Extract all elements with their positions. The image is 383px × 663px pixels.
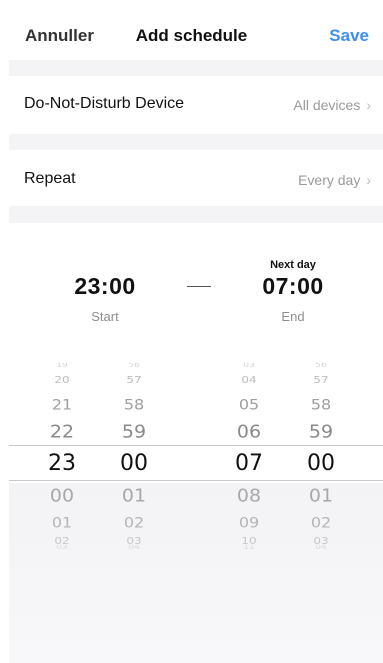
section-separator <box>9 134 383 150</box>
picker-value[interactable]: 21 <box>32 396 92 413</box>
picker-value[interactable]: 56 <box>104 363 164 367</box>
navigation-bar: Annuller Add schedule Save <box>0 0 383 60</box>
section-separator <box>9 206 383 223</box>
picker-value[interactable]: 01 <box>32 514 92 531</box>
end-hour-wheel[interactable]: 03 04 05 06 07 08 09 10 11 <box>219 360 279 550</box>
picker-value[interactable]: 06 <box>219 422 279 443</box>
end-time: 07:00 <box>262 273 324 299</box>
device-row[interactable]: Do-Not-Disturb Device All devices › <box>9 76 383 134</box>
picker-value[interactable]: 05 <box>219 396 279 413</box>
repeat-row-value-wrap: Every day › <box>298 172 371 188</box>
device-row-label: Do-Not-Disturb Device <box>24 95 185 112</box>
chevron-right-icon: › <box>366 172 371 188</box>
next-day-label: Next day <box>270 259 316 271</box>
time-range-dash <box>187 286 211 287</box>
picker-selected-value[interactable]: 00 <box>104 451 164 476</box>
picker-value[interactable]: 57 <box>291 374 351 385</box>
repeat-row-label: Repeat <box>24 170 76 187</box>
picker-value[interactable]: 59 <box>104 422 164 443</box>
picker-selected-value[interactable]: 00 <box>291 451 351 476</box>
start-time: 23:00 <box>74 273 136 299</box>
picker-value[interactable]: 22 <box>32 422 92 443</box>
device-row-value-wrap: All devices › <box>293 97 371 113</box>
picker-value[interactable]: 58 <box>104 396 164 413</box>
picker-value[interactable]: 01 <box>291 486 351 507</box>
picker-value[interactable]: 04 <box>104 545 164 549</box>
repeat-row[interactable]: Repeat Every day › <box>9 150 383 206</box>
start-minute-wheel[interactable]: 56 57 58 59 00 01 02 03 04 <box>104 360 164 550</box>
picker-value[interactable]: 09 <box>219 514 279 531</box>
picker-value[interactable]: 02 <box>104 514 164 531</box>
end-label: End <box>281 309 305 324</box>
picker-value[interactable]: 04 <box>219 374 279 385</box>
picker-value[interactable]: 56 <box>291 363 351 367</box>
picker-value[interactable]: 58 <box>291 396 351 413</box>
picker-value[interactable]: 03 <box>219 363 279 367</box>
picker-value[interactable]: 59 <box>291 422 351 443</box>
picker-value[interactable]: 20 <box>32 374 92 385</box>
end-time-summary: Next day 07:00 End <box>233 259 353 324</box>
picker-selection-top-line <box>9 445 383 446</box>
picker-value[interactable]: 08 <box>219 486 279 507</box>
picker-selected-value[interactable]: 07 <box>219 451 279 476</box>
picker-selected-value[interactable]: 23 <box>32 451 92 476</box>
start-hour-wheel[interactable]: 19 20 21 22 23 00 01 02 03 <box>32 360 92 550</box>
device-row-value: All devices <box>293 97 361 113</box>
picker-value[interactable]: 02 <box>291 514 351 531</box>
picker-value[interactable]: 03 <box>32 545 92 549</box>
picker-value[interactable]: 57 <box>104 374 164 385</box>
chevron-right-icon: › <box>366 97 371 113</box>
picker-value[interactable]: 00 <box>32 486 92 507</box>
save-button[interactable]: Save <box>329 26 369 46</box>
picker-value[interactable]: 11 <box>219 545 279 549</box>
picker-value[interactable]: 01 <box>104 486 164 507</box>
page-title: Add schedule <box>135 26 248 45</box>
repeat-row-value: Every day <box>298 172 361 188</box>
picker-value[interactable]: 19 <box>32 363 92 367</box>
start-label: Start <box>91 309 119 324</box>
start-time-summary: 23:00 Start <box>45 259 165 324</box>
section-separator <box>9 60 383 76</box>
end-minute-wheel[interactable]: 56 57 58 59 00 01 02 03 04 <box>291 360 351 550</box>
picker-selection-bottom-line <box>9 480 383 481</box>
picker-value[interactable]: 04 <box>291 545 351 549</box>
